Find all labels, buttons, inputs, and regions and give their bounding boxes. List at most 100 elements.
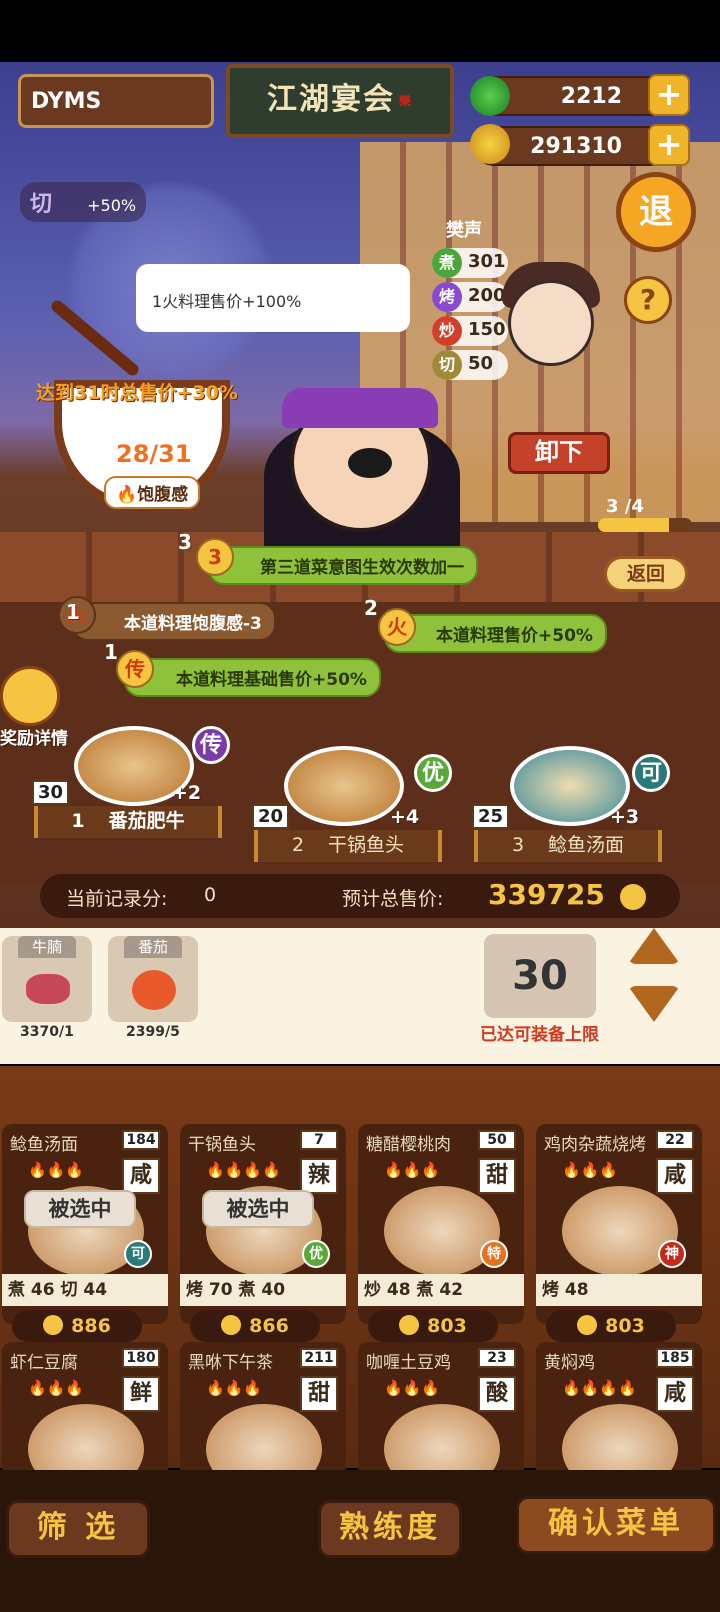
satiety-bonus-text: 达到31时总售价+30% <box>36 382 238 404</box>
title-stamp: 樂 <box>398 94 413 108</box>
stat-boil: 煮 301 <box>432 248 508 278</box>
dish-slot-1[interactable]: 传 30 +2 1 番茄肥牛 <box>30 726 242 838</box>
help-button[interactable]: ? <box>624 276 672 324</box>
recipe-count: 22 <box>656 1130 694 1150</box>
slot-label: 1 番茄肥牛 <box>34 806 222 838</box>
ingredient-name: 牛腩 <box>18 936 76 958</box>
speech-bubble: 1火料理售价+100% <box>136 264 410 332</box>
ingredient-count: 2399/5 <box>126 1024 180 1040</box>
skill-requirements: 炒 48 煮 42 <box>358 1274 524 1306</box>
recipe-count: 185 <box>656 1348 694 1368</box>
back-button[interactable]: 返回 <box>604 556 688 592</box>
recipe-count: 23 <box>478 1348 516 1368</box>
total-price-value: 339725 <box>488 878 605 911</box>
boil-icon: 煮 <box>432 248 462 278</box>
flavor-tag: 咸 <box>656 1376 694 1412</box>
effect-satiety: 本道料理饱腹感-3 <box>72 602 276 641</box>
recipe-count: 184 <box>122 1130 160 1150</box>
page-indicator: 3 /4 <box>606 496 644 517</box>
selected-badge: 被选中 <box>202 1190 314 1228</box>
flavor-tag: 酸 <box>478 1376 516 1412</box>
exit-button[interactable]: 退 <box>616 172 696 252</box>
fire-icon: 火 <box>378 608 416 646</box>
page-title: 江湖宴会樂 <box>226 64 454 138</box>
effect-count: 1 <box>66 600 80 624</box>
effect-price: 本道料理售价+50% <box>384 614 607 653</box>
slot-count: 25 <box>472 804 510 829</box>
ingredient-panel: 牛腩 3370/1 番茄 2399/5 <box>0 928 720 1064</box>
cut-icon: 切 <box>432 350 462 380</box>
gift-icon[interactable] <box>0 666 60 726</box>
page-progress-fill <box>598 518 669 532</box>
page-progress-bar <box>598 518 692 532</box>
eyepatch-icon <box>348 448 392 478</box>
slot-bonus: +3 <box>610 806 640 828</box>
slot-count: 30 <box>32 780 70 805</box>
grade-badge: 优 <box>302 1240 330 1268</box>
flavor-tag: 辣 <box>300 1158 338 1194</box>
legend-icon: 传 <box>116 650 154 688</box>
score-bar: 当前记录分: 0 预计总售价: 339725 <box>40 874 680 918</box>
skill-requirements: 烤 48 <box>536 1274 702 1306</box>
satiety-label: 🔥饱腹感 <box>104 476 201 509</box>
flavor-tag: 咸 <box>656 1158 694 1194</box>
slot-bonus: +2 <box>172 782 202 804</box>
recipe-count: 211 <box>300 1348 338 1368</box>
chef-name: 樊声 <box>446 220 482 241</box>
grade-badge: 传 <box>192 726 230 764</box>
recipe-card[interactable]: 干锅鱼头 🔥🔥🔥🔥 7 辣被选中优烤 70 煮 40 <box>180 1124 346 1324</box>
recipe-card[interactable]: 鲶鱼汤面 🔥🔥🔥 184 咸被选中可煮 46 切 44 <box>2 1124 168 1324</box>
ingredient-card[interactable]: 牛腩 <box>2 936 92 1022</box>
add-jade-button[interactable]: + <box>648 74 690 116</box>
effect-base-price: 本道料理基础售价+50% <box>124 658 381 697</box>
recipe-card[interactable]: 鸡肉杂蔬烧烤 🔥🔥🔥 22 咸神烤 48 <box>536 1124 702 1324</box>
effect-icon: 3 <box>196 538 234 576</box>
stat-cut: 切 50 <box>432 350 508 380</box>
unload-button[interactable]: 卸下 <box>508 432 610 474</box>
roast-icon: 烤 <box>432 282 462 312</box>
grade-badge: 特 <box>480 1240 508 1268</box>
quantity-limit-note: 已达可装备上限 <box>480 1025 599 1045</box>
player-name: DYMS <box>18 74 214 128</box>
coin-icon <box>577 1315 598 1335</box>
dish-slot-2[interactable]: 优 20 +4 2 干锅鱼头 <box>250 746 462 862</box>
cut-buff-chip: 切 +50% <box>20 182 147 222</box>
helper-chef-avatar <box>508 280 594 366</box>
ingredient-name: 番茄 <box>124 936 182 958</box>
grade-badge: 可 <box>632 754 670 792</box>
slot-label: 3 鲶鱼汤面 <box>474 830 662 862</box>
quantity-display: 30 <box>484 934 596 1018</box>
flavor-tag: 甜 <box>300 1376 338 1412</box>
flavor-tag: 咸 <box>122 1158 160 1194</box>
satiety-progress: 28/31 <box>116 440 192 468</box>
filter-button[interactable]: 筛 选 <box>6 1500 150 1558</box>
coin-icon <box>620 884 646 910</box>
recipe-price: 886 <box>12 1310 142 1342</box>
dish-image <box>284 746 404 826</box>
add-coin-button[interactable]: + <box>648 124 690 166</box>
record-score-value: 0 <box>204 884 217 906</box>
coin-icon <box>399 1315 420 1335</box>
character-headband <box>282 388 438 428</box>
grade-badge: 优 <box>414 754 452 792</box>
recipe-price: 803 <box>546 1310 676 1342</box>
stat-roast: 烤 200 <box>432 282 508 312</box>
recipe-card[interactable]: 糖醋樱桃肉 🔥🔥🔥 50 甜特炒 48 煮 42 <box>358 1124 524 1324</box>
grade-badge: 神 <box>658 1240 686 1268</box>
coin-icon <box>43 1315 64 1335</box>
total-price-label: 预计总售价: <box>342 888 444 910</box>
skill-requirements: 烤 70 煮 40 <box>180 1274 346 1306</box>
slot-bonus: +4 <box>390 806 420 828</box>
selected-badge: 被选中 <box>24 1190 136 1228</box>
fry-icon: 炒 <box>432 316 462 346</box>
ingredient-card[interactable]: 番茄 <box>108 936 198 1022</box>
coin-icon <box>221 1315 242 1335</box>
confirm-menu-button[interactable]: 确认菜单 <box>516 1496 716 1554</box>
mastery-button[interactable]: 熟练度 <box>318 1500 462 1558</box>
flavor-tag: 甜 <box>478 1158 516 1194</box>
dish-slot-3[interactable]: 可 25 +3 3 鲶鱼汤面 <box>470 746 682 862</box>
flavor-tag: 鲜 <box>122 1376 160 1412</box>
skill-requirements: 煮 46 切 44 <box>2 1274 168 1306</box>
effect-count: 1 <box>104 640 118 664</box>
grade-badge: 可 <box>124 1240 152 1268</box>
